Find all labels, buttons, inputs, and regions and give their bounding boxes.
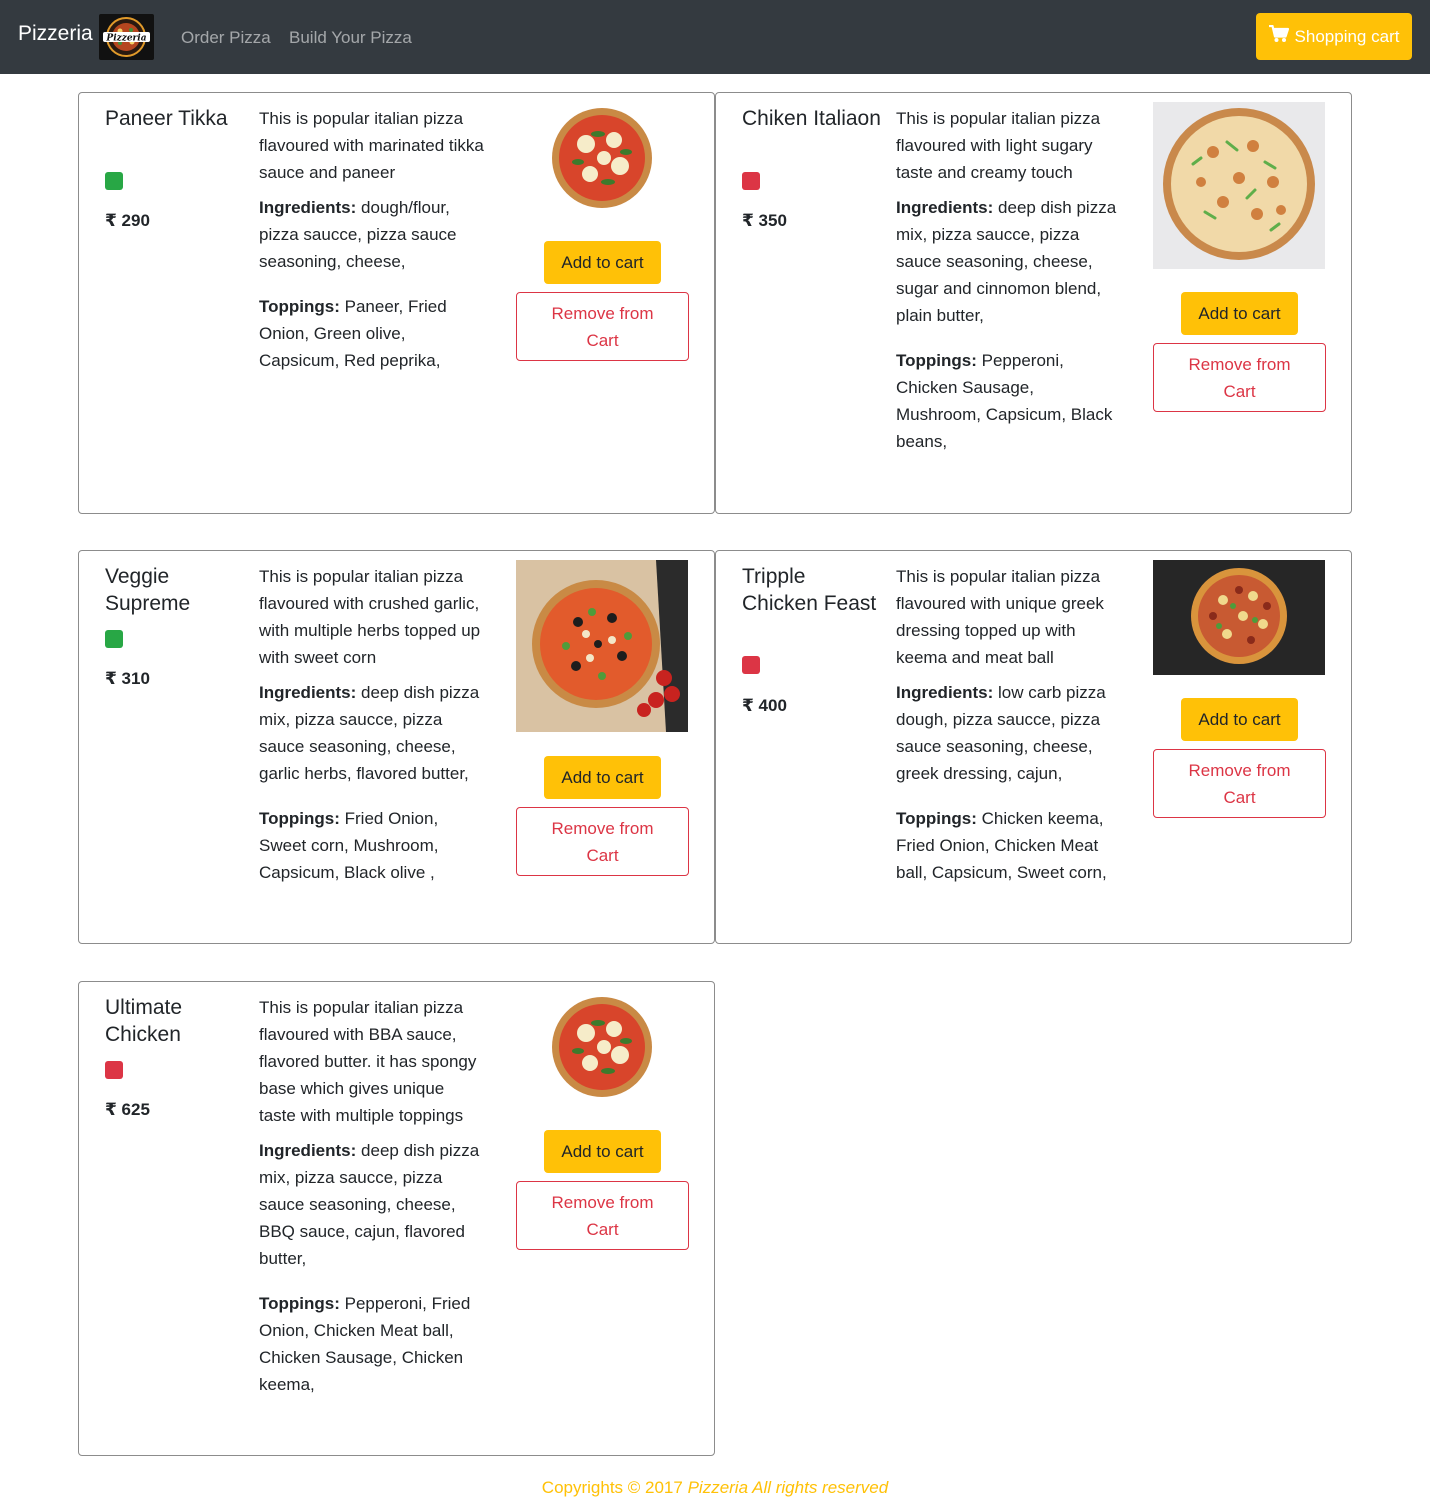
product-ingredients: Ingredients: deep dish pizza mix, pizza …: [259, 679, 484, 787]
nav-order-pizza[interactable]: Order Pizza: [181, 28, 271, 48]
remove-from-cart-button[interactable]: Remove from Cart: [1153, 749, 1326, 818]
nav-build-your-pizza[interactable]: Build Your Pizza: [289, 28, 412, 48]
product-name: Veggie Supreme: [105, 565, 191, 615]
product-details: This is popular italian pizza flavoured …: [259, 563, 484, 894]
product-price: ₹ 625: [105, 1100, 150, 1119]
product-name: Ultimate Chicken: [105, 996, 183, 1046]
nonveg-indicator: [105, 1061, 123, 1079]
remove-from-cart-button[interactable]: Remove from Cart: [1153, 343, 1326, 412]
product-image: [1153, 560, 1325, 675]
veg-indicator: [105, 172, 123, 190]
shopping-cart-icon: [1268, 24, 1289, 48]
veg-indicator: [105, 630, 123, 648]
product-card-ultimate-chicken: Ultimate Chicken ₹ 625 This is popular i…: [78, 981, 715, 1456]
toppings-label: Toppings:: [259, 809, 340, 828]
product-toppings: Toppings: Chicken keema, Fried Onion, Ch…: [896, 805, 1121, 886]
navbar: Pizzeria Pizzeria Order Pizza Build Your…: [0, 0, 1430, 74]
ingredients-text: deep dish pizza mix, pizza saucce, pizza…: [896, 198, 1117, 325]
product-name: Tripple Chicken Feast: [742, 565, 877, 615]
product-details: This is popular italian pizza flavoured …: [896, 563, 1121, 894]
toppings-label: Toppings:: [259, 297, 340, 316]
product-toppings: Toppings: Pepperoni, Fried Onion, Chicke…: [259, 1290, 484, 1398]
add-to-cart-button[interactable]: Add to cart: [544, 241, 661, 284]
ingredients-label: Ingredients:: [896, 198, 994, 217]
product-toppings: Toppings: Fried Onion, Sweet corn, Mushr…: [259, 805, 484, 886]
product-description: This is popular italian pizza flavoured …: [259, 998, 477, 1125]
footer-prefix: Copyrights © 2017: [541, 1478, 688, 1497]
product-price: ₹ 310: [105, 669, 150, 688]
product-details: This is popular italian pizza flavoured …: [259, 105, 484, 382]
remove-from-cart-button[interactable]: Remove from Cart: [516, 1181, 689, 1250]
product-details: This is popular italian pizza flavoured …: [896, 105, 1121, 463]
product-card-veggie-supreme: Veggie Supreme ₹ 310 This is popular ita…: [78, 550, 715, 944]
product-image: [516, 991, 688, 1107]
product-price: ₹ 290: [105, 211, 150, 230]
ingredients-label: Ingredients:: [896, 683, 994, 702]
product-image: [1153, 102, 1325, 269]
footer-suffix: Pizzeria All rights reserved: [687, 1478, 889, 1497]
ingredients-label: Ingredients:: [259, 198, 357, 217]
pizzeria-logo[interactable]: Pizzeria: [99, 14, 154, 60]
svg-text:Pizzeria: Pizzeria: [105, 34, 146, 44]
product-card-paneer-tikka: Paneer Tikka ₹ 290 This is popular itali…: [78, 92, 715, 514]
footer-copyright: Copyrights © 2017 Pizzeria All rights re…: [0, 1478, 1430, 1498]
ingredients-label: Ingredients:: [259, 1141, 357, 1160]
product-details: This is popular italian pizza flavoured …: [259, 994, 484, 1406]
add-to-cart-button[interactable]: Add to cart: [544, 756, 661, 799]
toppings-label: Toppings:: [896, 809, 977, 828]
toppings-label: Toppings:: [896, 351, 977, 370]
product-name: Chiken Italiaon: [742, 107, 881, 130]
remove-from-cart-button[interactable]: Remove from Cart: [516, 292, 689, 361]
product-description: This is popular italian pizza flavoured …: [259, 567, 481, 667]
add-to-cart-button[interactable]: Add to cart: [544, 1130, 661, 1173]
shopping-cart-label: Shopping cart: [1294, 26, 1400, 46]
product-ingredients: Ingredients: dough/flour, pizza saucce, …: [259, 194, 484, 275]
product-description: This is popular italian pizza flavoured …: [896, 567, 1104, 667]
product-description: This is popular italian pizza flavoured …: [259, 109, 484, 182]
product-price: ₹ 400: [742, 696, 787, 715]
remove-from-cart-button[interactable]: Remove from Cart: [516, 807, 689, 876]
product-price: ₹ 350: [742, 211, 787, 230]
product-ingredients: Ingredients: deep dish pizza mix, pizza …: [259, 1137, 484, 1272]
nonveg-indicator: [742, 656, 760, 674]
product-toppings: Toppings: Paneer, Fried Onion, Green oli…: [259, 293, 484, 374]
product-toppings: Toppings: Pepperoni, Chicken Sausage, Mu…: [896, 347, 1121, 455]
product-description: This is popular italian pizza flavoured …: [896, 109, 1101, 182]
ingredients-text: deep dish pizza mix, pizza saucce, pizza…: [259, 1141, 480, 1268]
add-to-cart-button[interactable]: Add to cart: [1181, 698, 1298, 741]
product-card-chiken-italiaon: Chiken Italiaon ₹ 350 This is popular it…: [715, 92, 1352, 514]
product-image: [516, 560, 688, 732]
toppings-label: Toppings:: [259, 1294, 340, 1313]
product-ingredients: Ingredients: low carb pizza dough, pizza…: [896, 679, 1121, 787]
ingredients-label: Ingredients:: [259, 683, 357, 702]
brand-name[interactable]: Pizzeria: [18, 22, 93, 46]
product-name: Paneer Tikka: [105, 107, 228, 130]
product-card-tripple-chicken-feast: Tripple Chicken Feast ₹ 400 This is popu…: [715, 550, 1352, 944]
shopping-cart-button[interactable]: Shopping cart: [1256, 13, 1412, 60]
add-to-cart-button[interactable]: Add to cart: [1181, 292, 1298, 335]
nonveg-indicator: [742, 172, 760, 190]
product-ingredients: Ingredients: deep dish pizza mix, pizza …: [896, 194, 1121, 329]
product-image: [516, 102, 688, 218]
